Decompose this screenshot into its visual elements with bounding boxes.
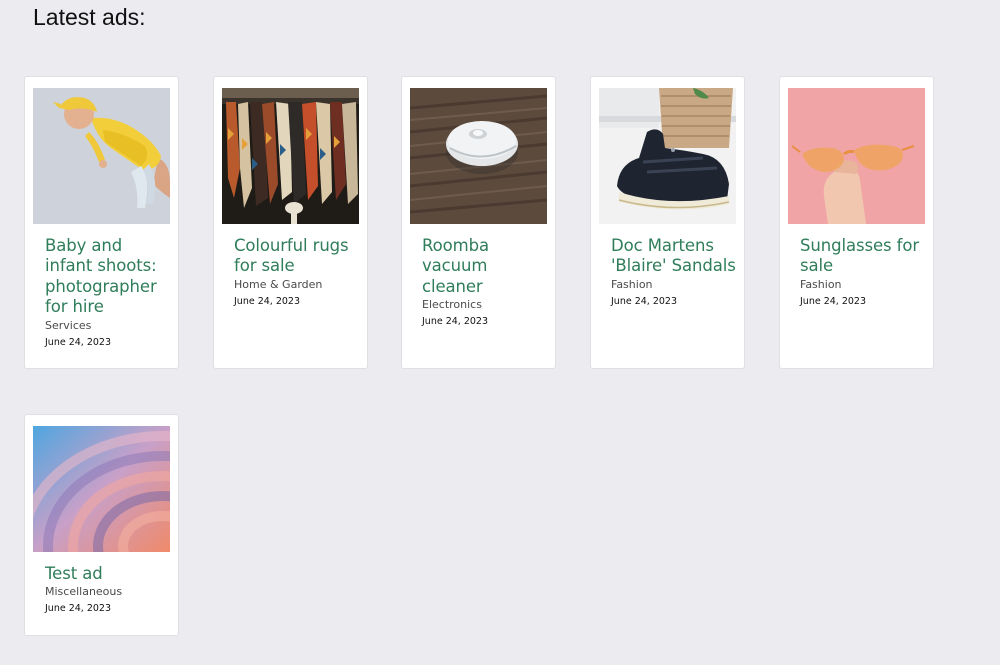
ad-image-test[interactable] [33,426,170,552]
ad-card-body: Doc Martens 'Blaire' Sandals Fashion Jun… [611,236,736,308]
ad-category: Services [45,318,92,332]
ad-title[interactable]: Roomba vacuum cleaner [422,236,547,297]
ad-card[interactable]: Test ad Miscellaneous June 24, 2023 [24,414,179,636]
ad-image-baby[interactable] [33,88,170,224]
ad-category: Fashion [611,277,653,291]
ad-title[interactable]: Baby and infant shoots: photographer for… [45,236,170,318]
ad-image-rugs[interactable] [222,88,359,224]
ad-card[interactable]: Doc Martens 'Blaire' Sandals Fashion Jun… [590,76,745,369]
ad-card-body: Roomba vacuum cleaner Electronics June 2… [422,236,547,328]
latest-ads-heading: Latest ads: [33,4,146,30]
ad-category: Home & Garden [234,277,323,291]
ad-card[interactable]: Baby and infant shoots: photographer for… [24,76,179,369]
ad-title[interactable]: Sunglasses for sale [800,236,925,277]
ad-date: June 24, 2023 [611,295,678,307]
ad-date: June 24, 2023 [45,603,112,615]
ad-date: June 24, 2023 [45,336,112,348]
ad-image-sunglasses[interactable] [788,88,925,224]
ad-card[interactable]: Colourful rugs for sale Home & Garden Ju… [213,76,368,369]
ads-page: Latest ads: Baby and infant shoots: phot… [0,0,1000,665]
ad-title[interactable]: Doc Martens 'Blaire' Sandals [611,236,736,277]
ad-category: Fashion [800,277,842,291]
ad-image-sandals[interactable] [599,88,736,224]
ad-card-body: Test ad Miscellaneous June 24, 2023 [45,564,170,615]
ad-title[interactable]: Test ad [45,564,170,584]
ad-card-body: Baby and infant shoots: photographer for… [45,236,170,349]
ad-card[interactable]: Sunglasses for sale Fashion June 24, 202… [779,76,934,369]
ad-date: June 24, 2023 [234,295,301,307]
ad-date: June 24, 2023 [422,316,489,328]
ad-date: June 24, 2023 [800,295,867,307]
ad-image-roomba[interactable] [410,88,547,224]
ad-card[interactable]: Roomba vacuum cleaner Electronics June 2… [401,76,556,369]
ad-title[interactable]: Colourful rugs for sale [234,236,359,277]
ad-card-body: Sunglasses for sale Fashion June 24, 202… [800,236,925,308]
ad-category: Electronics [422,298,482,312]
ad-card-body: Colourful rugs for sale Home & Garden Ju… [234,236,359,308]
ad-category: Miscellaneous [45,585,123,599]
